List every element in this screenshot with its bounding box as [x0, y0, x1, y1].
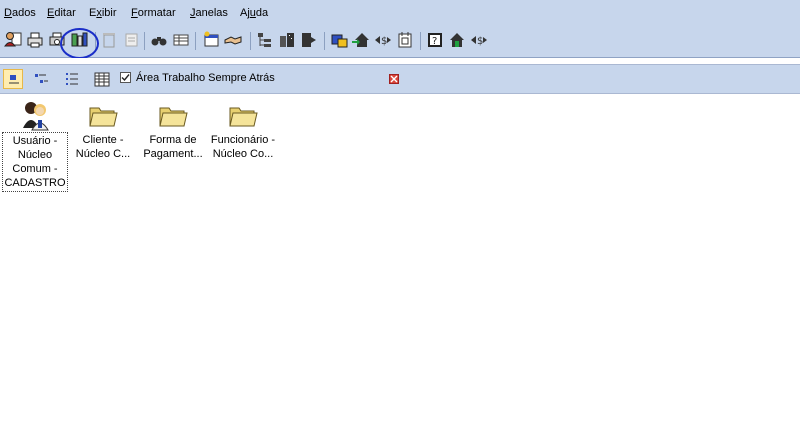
menu-editar[interactable]: Editar [47, 7, 76, 20]
users-icon [18, 98, 52, 132]
folder-icon [156, 98, 190, 132]
handshake-icon[interactable] [223, 30, 243, 50]
house-arrow-icon[interactable] [351, 30, 371, 50]
currency-arrows-icon[interactable]: $ [469, 30, 489, 50]
desktop-item-usuario[interactable]: Usuário - Núcleo Comum - CADASTRO [2, 98, 68, 192]
menu-formatar[interactable]: Formatar [131, 7, 176, 20]
toolbar-separator [324, 32, 325, 50]
view-toolbar: Área Trabalho Sempre Atrás [0, 64, 800, 94]
toolbar-separator [250, 32, 251, 50]
menu-dados[interactable]: Dados [4, 7, 36, 20]
find-icon[interactable] [149, 30, 169, 50]
user-group-icon[interactable] [329, 30, 349, 50]
export-icon[interactable] [299, 30, 319, 50]
menu-bar: Dados Editar Exibir Formatar Janelas Aju… [0, 0, 800, 25]
annotation-circle [60, 28, 99, 59]
building-icon[interactable] [277, 30, 297, 50]
always-behind-label[interactable]: Área Trabalho Sempre Atrás [136, 72, 275, 85]
svg-text:$: $ [381, 36, 387, 47]
calendar-icon[interactable] [395, 30, 415, 50]
menu-ajuda[interactable]: Ajuda [240, 7, 268, 20]
checkmark-icon [121, 74, 130, 82]
large-icons-view-icon[interactable] [3, 69, 23, 89]
desktop-item-label: Cliente - Núcleo C... [75, 134, 131, 160]
user-properties-icon[interactable] [3, 30, 23, 50]
desktop-item-label: Forma de Pagament... [143, 134, 203, 160]
menu-janelas[interactable]: Janelas [190, 7, 228, 20]
toolbar-separator [420, 32, 421, 50]
desktop-item-cliente[interactable]: Cliente - Núcleo C... [70, 98, 136, 162]
print-icon[interactable] [25, 30, 45, 50]
list-view-icon[interactable] [62, 69, 82, 89]
desktop-item-label: Usuário - Núcleo Comum - CADASTRO [2, 132, 68, 192]
grid-view-icon[interactable] [171, 30, 191, 50]
toolbar-separator [195, 32, 196, 50]
tree-icon[interactable] [255, 30, 275, 50]
always-behind-checkbox[interactable] [120, 72, 131, 83]
menu-exibir[interactable]: Exibir [89, 7, 117, 20]
home-icon[interactable] [447, 30, 467, 50]
new-window-icon[interactable] [201, 30, 221, 50]
toolbar-separator [144, 32, 145, 50]
close-icon[interactable] [389, 74, 399, 84]
svg-text:?: ? [432, 36, 437, 47]
desktop-item-label: Funcionário - Núcleo Co... [210, 134, 276, 160]
main-toolbar: $ ? $ [0, 25, 800, 58]
svg-text:$: $ [477, 36, 483, 47]
folder-icon [86, 98, 120, 132]
desktop-item-funcionario[interactable]: Funcionário - Núcleo Co... [208, 98, 278, 162]
clear-icon[interactable] [121, 30, 141, 50]
desktop-item-forma-pagamento[interactable]: Forma de Pagament... [140, 98, 206, 162]
details-view-icon[interactable] [92, 69, 112, 89]
small-icons-view-icon[interactable] [31, 69, 51, 89]
folder-icon [226, 98, 260, 132]
delete-icon[interactable] [99, 30, 119, 50]
transfer-money-icon[interactable]: $ [373, 30, 393, 50]
help-icon[interactable]: ? [425, 30, 445, 50]
